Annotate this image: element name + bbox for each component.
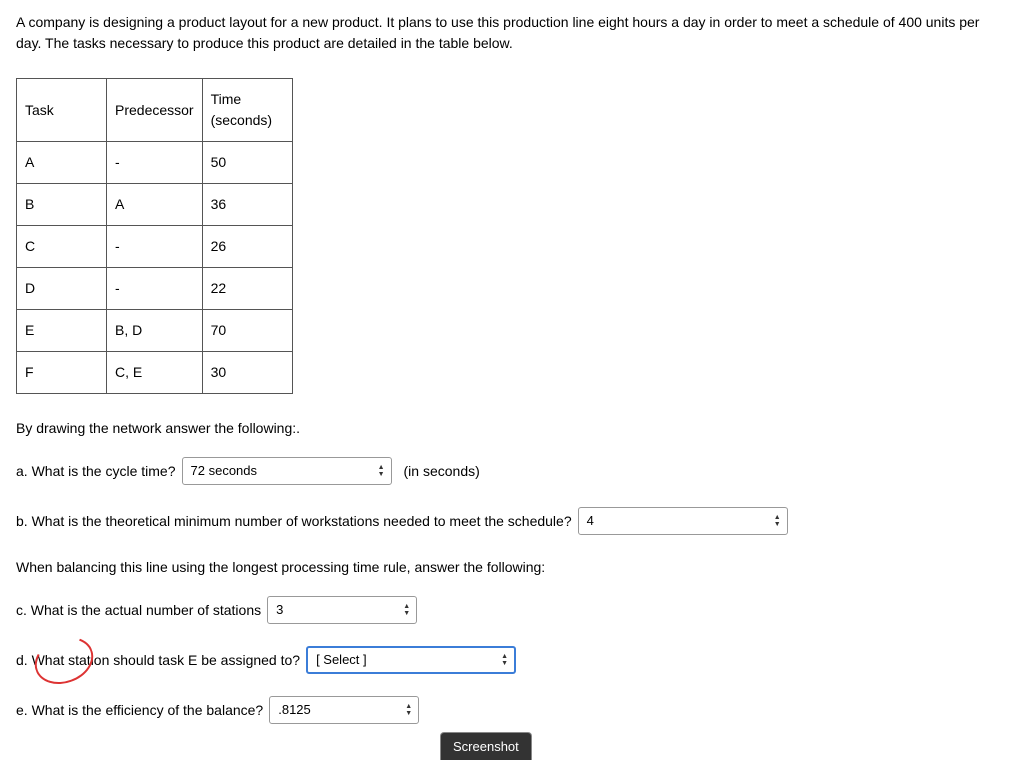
instruction-1: By drawing the network answer the follow… xyxy=(16,418,1008,439)
instruction-2: When balancing this line using the longe… xyxy=(16,557,1008,578)
table-row: C-26 xyxy=(17,226,293,268)
screenshot-badge: Screenshot xyxy=(440,732,532,760)
select-d-value: [ Select ] xyxy=(316,650,367,670)
cell-task: E xyxy=(17,310,107,352)
select-d[interactable]: [ Select ] ▲▼ xyxy=(306,646,516,674)
chevron-updown-icon: ▲▼ xyxy=(405,703,412,717)
question-b-label: b. What is the theoretical minimum numbe… xyxy=(16,511,572,532)
question-d: d. What station should task E be assigne… xyxy=(16,646,1008,674)
header-time: Time (seconds) xyxy=(202,79,292,142)
intro-paragraph: A company is designing a product layout … xyxy=(16,12,1008,54)
cell-task: B xyxy=(17,184,107,226)
select-e[interactable]: .8125 ▲▼ xyxy=(269,696,419,724)
question-c: c. What is the actual number of stations… xyxy=(16,596,1008,624)
chevron-updown-icon: ▲▼ xyxy=(501,653,508,667)
cell-time: 36 xyxy=(202,184,292,226)
select-c-value: 3 xyxy=(276,600,283,620)
header-task: Task xyxy=(17,79,107,142)
cell-time: 26 xyxy=(202,226,292,268)
question-e-label: e. What is the efficiency of the balance… xyxy=(16,700,263,721)
select-c[interactable]: 3 ▲▼ xyxy=(267,596,417,624)
select-b-value: 4 xyxy=(587,511,594,531)
cell-predecessor: - xyxy=(107,268,203,310)
cell-predecessor: - xyxy=(107,142,203,184)
table-row: D-22 xyxy=(17,268,293,310)
select-e-value: .8125 xyxy=(278,700,311,720)
question-a-label: a. What is the cycle time? xyxy=(16,461,176,482)
question-d-label: d. What station should task E be assigne… xyxy=(16,650,300,671)
cell-time: 70 xyxy=(202,310,292,352)
cell-time: 22 xyxy=(202,268,292,310)
cell-time: 50 xyxy=(202,142,292,184)
cell-predecessor: A xyxy=(107,184,203,226)
table-row: BA36 xyxy=(17,184,293,226)
question-e: e. What is the efficiency of the balance… xyxy=(16,696,1008,724)
chevron-updown-icon: ▲▼ xyxy=(378,464,385,478)
cell-predecessor: - xyxy=(107,226,203,268)
question-c-label: c. What is the actual number of stations xyxy=(16,600,261,621)
header-predecessor: Predecessor xyxy=(107,79,203,142)
select-a-value: 72 seconds xyxy=(191,461,258,481)
chevron-updown-icon: ▲▼ xyxy=(403,603,410,617)
question-a-suffix: (in seconds) xyxy=(404,461,480,482)
cell-predecessor: B, D xyxy=(107,310,203,352)
question-b: b. What is the theoretical minimum numbe… xyxy=(16,507,1008,535)
cell-task: C xyxy=(17,226,107,268)
select-a[interactable]: 72 seconds ▲▼ xyxy=(182,457,392,485)
cell-task: F xyxy=(17,352,107,394)
cell-task: A xyxy=(17,142,107,184)
question-a: a. What is the cycle time? 72 seconds ▲▼… xyxy=(16,457,1008,485)
cell-task: D xyxy=(17,268,107,310)
cell-time: 30 xyxy=(202,352,292,394)
select-b[interactable]: 4 ▲▼ xyxy=(578,507,788,535)
chevron-updown-icon: ▲▼ xyxy=(774,514,781,528)
table-row: FC, E30 xyxy=(17,352,293,394)
table-row: EB, D70 xyxy=(17,310,293,352)
task-table: Task Predecessor Time (seconds) A-50BA36… xyxy=(16,78,293,394)
table-row: A-50 xyxy=(17,142,293,184)
cell-predecessor: C, E xyxy=(107,352,203,394)
